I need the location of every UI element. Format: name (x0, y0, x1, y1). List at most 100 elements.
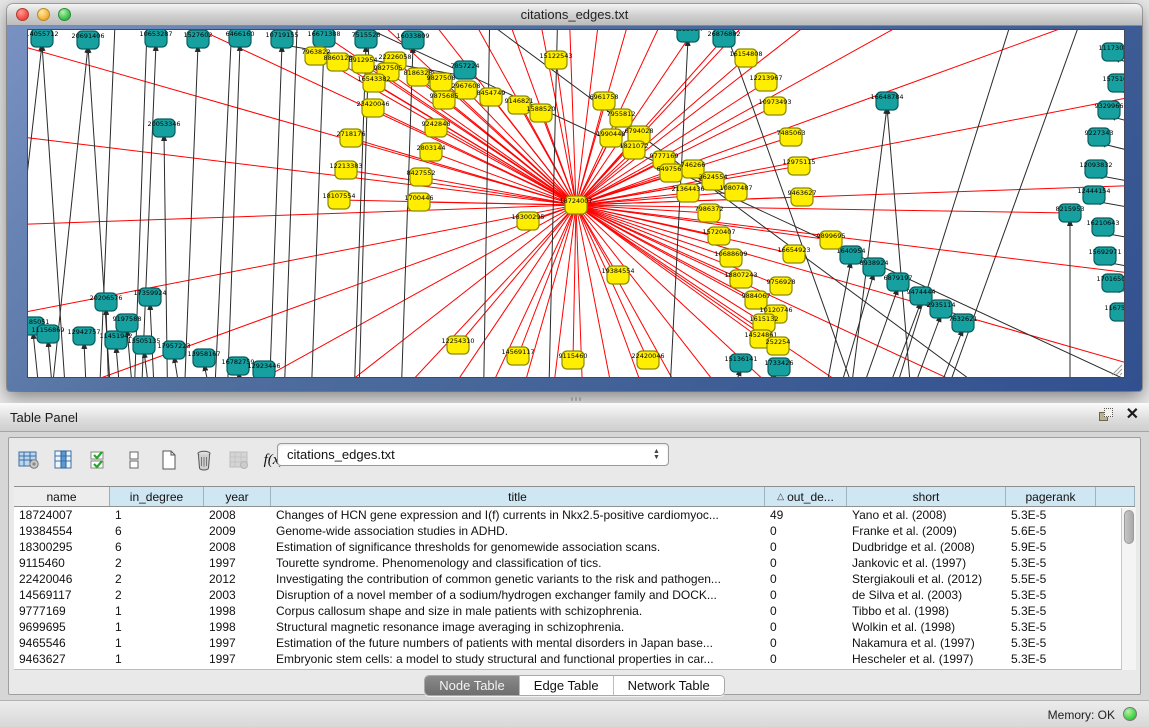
graph-node-label: 6466160 (226, 30, 255, 38)
table-cell: Yano et al. (2008) (847, 507, 1006, 523)
table-cell: 0 (765, 635, 847, 651)
graph-node-label: 7986372 (695, 205, 724, 213)
graph-edge (268, 45, 282, 377)
table-cell: Dudbridge et al. (2008) (847, 539, 1006, 555)
graph-edge (48, 340, 56, 377)
graph-node-label: 9875685 (430, 92, 459, 100)
graph-node-label: 1700446 (405, 194, 434, 202)
table-row[interactable]: 1456911722003Disruption of a novel membe… (14, 587, 1135, 603)
table-cell: Nakamura et al. (1997) (847, 635, 1006, 651)
column-header-pagerank[interactable]: pagerank (1006, 487, 1096, 506)
float-panel-icon[interactable] (1099, 408, 1114, 422)
select-all-icon[interactable] (87, 448, 111, 472)
graph-node-label: 9463627 (788, 189, 817, 197)
table-cell: Embryonic stem cells: a model to study s… (271, 651, 765, 667)
graph-node-label: 16033809 (396, 32, 429, 40)
graph-edge (140, 44, 156, 377)
table-row[interactable]: 2242004622012Investigating the contribut… (14, 571, 1135, 587)
memory-status-indicator[interactable] (1123, 707, 1137, 721)
graph-node-label: 9777169 (650, 152, 679, 160)
table-cell: 0 (765, 603, 847, 619)
graph-node-label: 1640954 (837, 247, 866, 255)
table-cell: 5.9E-5 (1006, 539, 1096, 555)
import-table-icon[interactable] (227, 448, 251, 472)
graph-node-label: 8427552 (407, 169, 436, 177)
graph-node-label: 9827508 (427, 74, 456, 82)
graph-node-label: 23420046 (356, 100, 389, 108)
table-row[interactable]: 911546021997Tourette syndrome. Phenomeno… (14, 555, 1135, 571)
graph-node-label: 11675341 (1104, 304, 1124, 312)
resize-grip[interactable] (1109, 362, 1123, 376)
table-row[interactable]: 1830029562008Estimation of significance … (14, 539, 1135, 555)
graph-node-label: 15692971 (1088, 248, 1121, 256)
new-table-icon[interactable] (157, 448, 181, 472)
table-row[interactable]: 946554611997Estimation of the future num… (14, 635, 1135, 651)
graph-node-label: 26876882 (707, 30, 740, 38)
delete-table-icon[interactable] (192, 448, 216, 472)
tab-network-table[interactable]: Network Table (614, 676, 724, 695)
table-row[interactable]: 1938455462009Genome-wide association stu… (14, 523, 1135, 539)
tab-node-table[interactable]: Node Table (425, 676, 520, 695)
select-column-icon[interactable] (52, 448, 76, 472)
table-cell: Changes of HCN gene expression and I(f) … (271, 507, 765, 523)
graph-edge (310, 44, 324, 377)
tab-edge-table[interactable]: Edge Table (520, 676, 614, 695)
clear-selection-icon[interactable] (122, 448, 146, 472)
graph-node-label: 16210643 (1086, 219, 1119, 227)
table-cell: 9777169 (14, 603, 110, 619)
network-canvas[interactable]: 1405571220691406106532871527602646616010… (27, 29, 1125, 378)
table-settings-icon[interactable] (17, 448, 41, 472)
graph-node-label: 3624554 (699, 173, 728, 181)
table-scrollbar[interactable] (1121, 508, 1136, 670)
graph-node-label: 252254 (766, 338, 791, 346)
graph-node-label: 9197588 (113, 315, 142, 323)
scrollbar-thumb[interactable] (1124, 510, 1134, 544)
graph-node-label: 746266 (681, 161, 706, 169)
graph-edge (576, 192, 736, 205)
column-header-out_de[interactable]: △out_de... (765, 487, 847, 506)
graph-node-label: 14569117 (501, 348, 534, 356)
table-row[interactable]: 969969511998Structural magnetic resonanc… (14, 619, 1135, 635)
graph-node-label: 9827505 (374, 64, 403, 72)
table-cell: 0 (765, 523, 847, 539)
column-header-year[interactable]: year (204, 487, 271, 506)
panel-splitter-handle[interactable] (571, 397, 581, 402)
table-cell: Stergiakouli et al. (2012) (847, 571, 1006, 587)
graph-node-label: 8912954 (349, 56, 378, 64)
column-header-short[interactable]: short (847, 487, 1006, 506)
graph-edge (84, 342, 88, 377)
column-header-title[interactable]: title (271, 487, 765, 506)
graph-edge (283, 30, 298, 377)
table-tabs-row: Node TableEdge TableNetwork Table (9, 675, 1140, 699)
graph-node-label: 9242848 (422, 120, 451, 128)
close-panel-icon[interactable]: ✕ (1126, 408, 1139, 422)
graph-node-label: 18107554 (322, 192, 355, 200)
graph-edge (346, 170, 576, 205)
window-titlebar[interactable]: citations_edges.txt (7, 4, 1142, 26)
table-cell: Wolkin et al. (1998) (847, 619, 1006, 635)
graph-node-label: 1117304 (1099, 44, 1124, 52)
table-toolbar: f(x) (17, 444, 286, 476)
table-cell: 2008 (204, 507, 271, 523)
graph-node-label: 17957223 (157, 342, 190, 350)
column-header-in_degree[interactable]: in_degree (110, 487, 204, 506)
table-cell: Jankovic et al. (1997) (847, 555, 1006, 571)
column-header-name[interactable]: name (14, 487, 110, 506)
graph-node-label: 15751024 (1102, 75, 1124, 83)
graph-node-label: 7485063 (777, 129, 806, 137)
graph-node-label: 8813054 (674, 30, 703, 33)
table-select-dropdown[interactable]: citations_edges.txt ▲▼ (277, 443, 669, 466)
graph-node-label: 15720407 (702, 228, 735, 236)
table-row[interactable]: 977716911998Corpus callosum shape and si… (14, 603, 1135, 619)
table-row[interactable]: 946362711997Embryonic stem cells: a mode… (14, 651, 1135, 667)
graph-node-label: 10807487 (719, 184, 752, 192)
table-cell: 5.5E-5 (1006, 571, 1096, 587)
graph-node-label: 13958167 (187, 350, 220, 358)
graph-node-label: 1588520 (527, 105, 556, 113)
graph-node-label: 7955812 (607, 110, 636, 118)
table-cell: 1997 (204, 635, 271, 651)
table-row[interactable]: 1872400712008Changes of HCN gene express… (14, 507, 1135, 523)
table-cell: Disruption of a novel member of a sodium… (271, 587, 765, 603)
graph-node-label: 15122543 (539, 52, 572, 60)
table-panel-title: Table Panel (10, 410, 78, 425)
